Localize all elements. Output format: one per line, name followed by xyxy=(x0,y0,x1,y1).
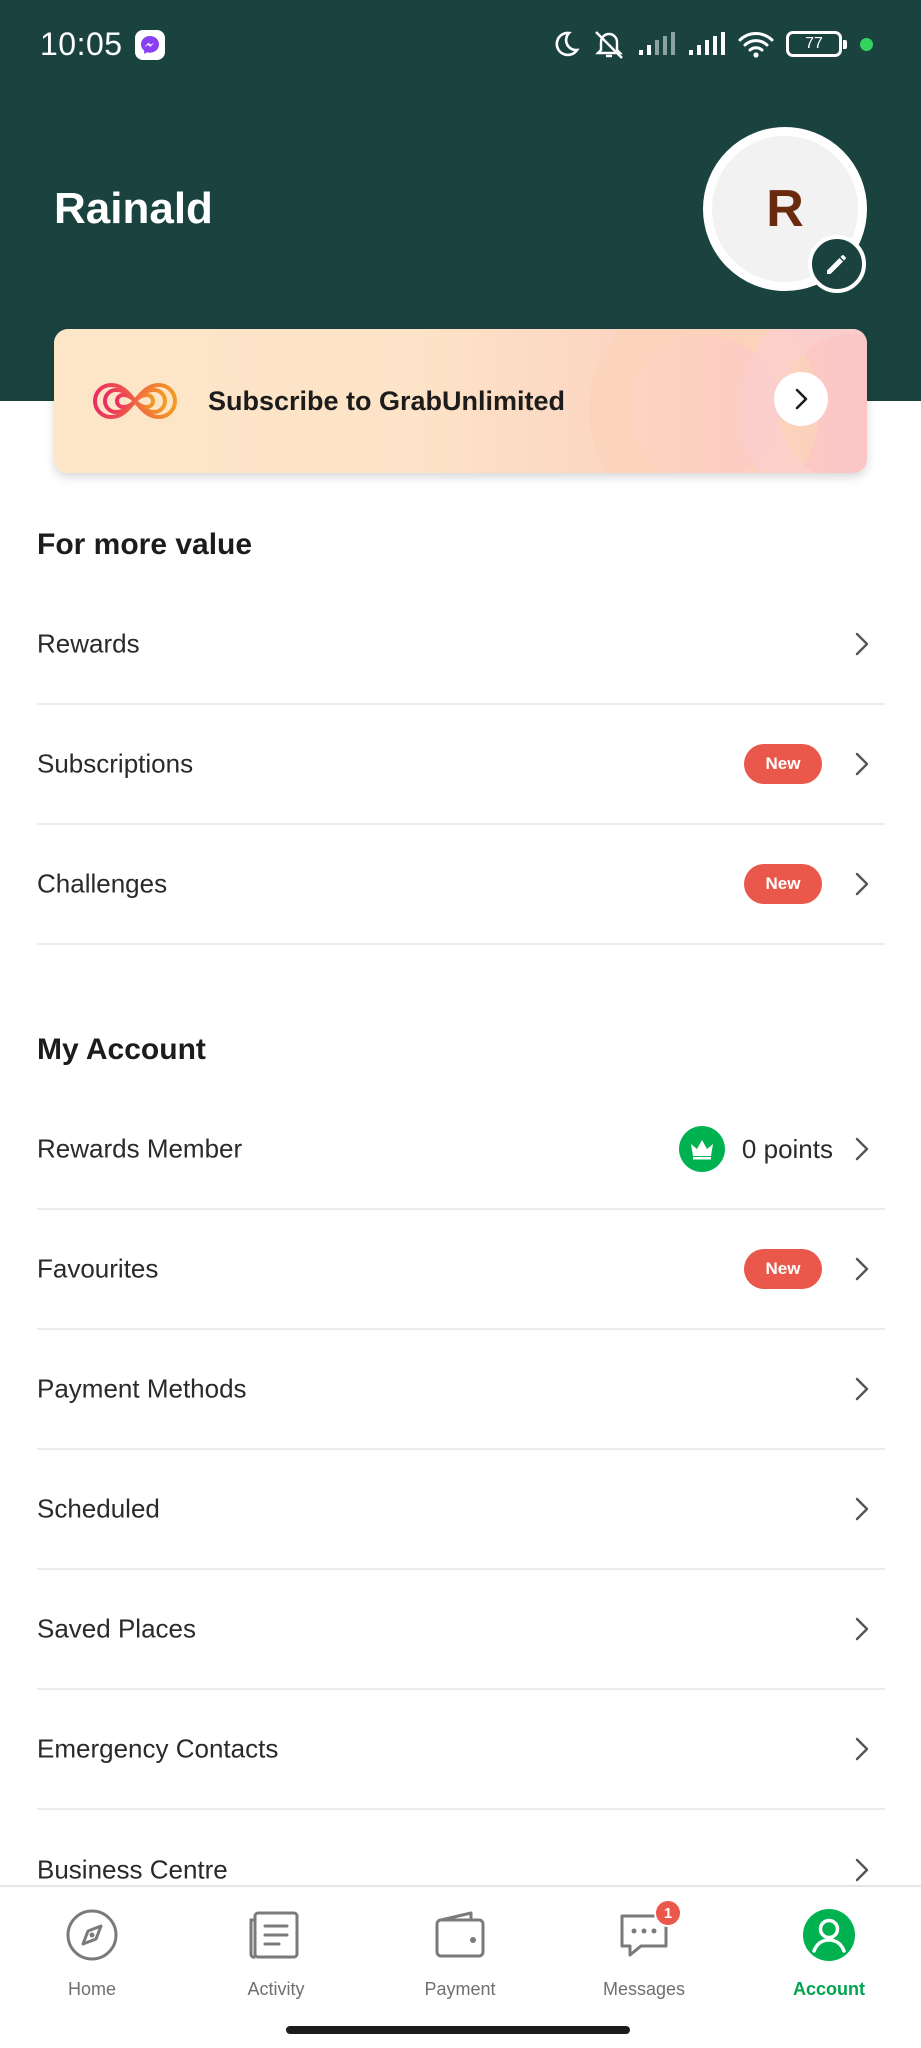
list-item-challenges[interactable]: Challenges New xyxy=(37,825,885,945)
list-item-label: Favourites xyxy=(37,1253,159,1284)
list-item-subscriptions[interactable]: Subscriptions New xyxy=(37,705,885,825)
list-item-label: Saved Places xyxy=(37,1613,196,1644)
section-title-my-account: My Account xyxy=(37,1033,206,1066)
nav-label: Home xyxy=(67,1979,116,1999)
list-item-label: Business Centre xyxy=(37,1854,228,1885)
grabunlimited-banner[interactable]: Subscribe to GrabUnlimited xyxy=(54,329,867,473)
receipt-icon xyxy=(246,1905,306,1965)
list-item-saved-places[interactable]: Saved Places xyxy=(37,1570,885,1690)
user-name: Rainald xyxy=(54,184,213,233)
chevron-right-icon xyxy=(855,1617,869,1641)
chat-icon: 1 xyxy=(614,1899,682,1965)
list-item-favourites[interactable]: Favourites New xyxy=(37,1210,885,1330)
privacy-indicator-dot xyxy=(860,37,873,51)
wifi-icon xyxy=(738,32,774,58)
list-item-rewards-member[interactable]: Rewards Member 0 points xyxy=(37,1090,885,1210)
list-item-scheduled[interactable]: Scheduled xyxy=(37,1450,885,1570)
points-value: 0 points xyxy=(741,1133,833,1164)
crown-icon xyxy=(678,1126,725,1172)
account-icon xyxy=(799,1905,859,1965)
nav-item-account[interactable]: Account xyxy=(754,1905,904,2015)
bottom-navigation: Home Activity Payment 1 Messages Account xyxy=(0,1885,921,2048)
signal-icon xyxy=(689,32,725,55)
compass-icon xyxy=(62,1905,122,1965)
status-time: 10:05 xyxy=(40,26,123,62)
battery-icon: 77 xyxy=(786,31,847,57)
chevron-right-icon xyxy=(855,1137,869,1161)
nav-label: Payment xyxy=(424,1979,496,1999)
nav-item-home[interactable]: Home xyxy=(17,1905,167,2015)
list-item-rewards[interactable]: Rewards xyxy=(37,585,885,705)
grabunlimited-logo-icon xyxy=(93,382,177,420)
chevron-right-icon xyxy=(855,1497,869,1521)
nav-label: Activity xyxy=(247,1979,305,1999)
messages-count-badge: 1 xyxy=(654,1899,682,1927)
list-item-label: Challenges xyxy=(37,868,168,899)
avatar-initial: R xyxy=(766,180,804,238)
home-indicator[interactable] xyxy=(286,2026,630,2034)
nav-label: Messages xyxy=(602,1979,686,1999)
nav-item-payment[interactable]: Payment xyxy=(385,1905,535,2015)
new-badge: New xyxy=(744,1249,822,1289)
status-bar: 10:05 77 xyxy=(0,0,921,92)
list-item-payment-methods[interactable]: Payment Methods xyxy=(37,1330,885,1450)
points-display: 0 points xyxy=(678,1126,833,1172)
list-item-label: Rewards Member xyxy=(37,1133,243,1164)
list-item-emergency-contacts[interactable]: Emergency Contacts xyxy=(37,1690,885,1810)
pencil-icon xyxy=(827,255,846,274)
chevron-right-icon xyxy=(855,1257,869,1281)
nav-item-messages[interactable]: 1 Messages xyxy=(569,1899,719,2015)
chevron-right-icon xyxy=(855,632,869,656)
banner-arrow-button[interactable] xyxy=(774,372,828,426)
list-item-label: Emergency Contacts xyxy=(37,1733,279,1764)
list-item-label: Payment Methods xyxy=(37,1373,247,1404)
banner-text: Subscribe to GrabUnlimited xyxy=(208,386,566,416)
messenger-icon xyxy=(135,30,165,60)
chevron-right-icon xyxy=(855,1377,869,1401)
chevron-right-icon xyxy=(855,1858,869,1882)
edit-profile-button[interactable] xyxy=(808,235,866,293)
chevron-right-icon xyxy=(855,872,869,896)
new-badge: New xyxy=(744,864,822,904)
nav-label: Account xyxy=(793,1979,865,1999)
signal-icon xyxy=(639,32,675,55)
new-badge: New xyxy=(744,744,822,784)
nav-item-activity[interactable]: Activity xyxy=(201,1905,351,2015)
bell-off-icon xyxy=(595,31,623,59)
chevron-right-icon xyxy=(855,1737,869,1761)
battery-level: 77 xyxy=(805,35,823,52)
list-item-label: Rewards xyxy=(37,628,140,659)
chevron-right-icon xyxy=(795,388,808,410)
list-item-label: Scheduled xyxy=(37,1493,160,1524)
wallet-icon xyxy=(430,1905,490,1965)
list-item-label: Subscriptions xyxy=(37,748,194,779)
status-icons: 77 xyxy=(550,28,873,60)
chevron-right-icon xyxy=(855,752,869,776)
moon-icon xyxy=(555,31,580,57)
section-title-more-value: For more value xyxy=(37,528,253,561)
